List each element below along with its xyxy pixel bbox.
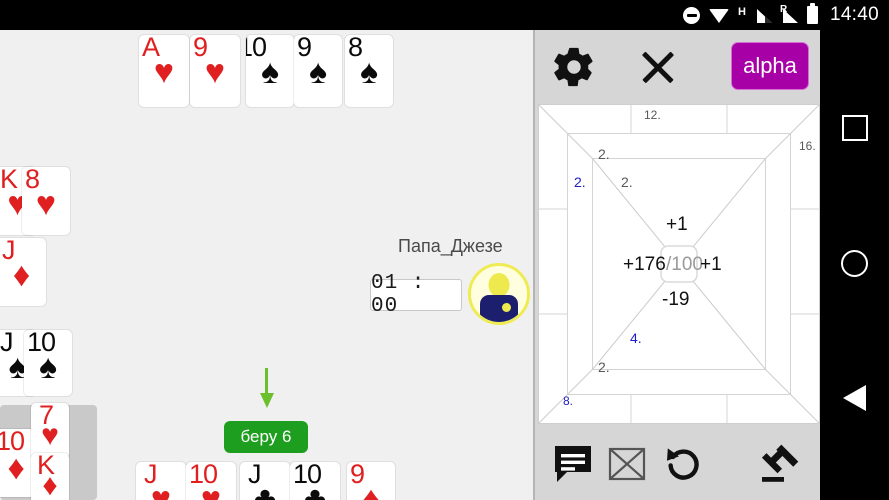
card-suit: ♠ bbox=[260, 53, 280, 91]
card-suit: ♠ bbox=[38, 348, 58, 386]
score-mark: 8. bbox=[563, 394, 574, 408]
close-icon[interactable] bbox=[635, 44, 681, 90]
gavel-icon[interactable] bbox=[757, 440, 805, 488]
score-mark: 2. bbox=[598, 359, 610, 375]
home-button[interactable] bbox=[820, 233, 889, 293]
score-mark: 4. bbox=[630, 330, 642, 346]
player-name-label: Папа_Джезе bbox=[398, 236, 503, 256]
screen-root: H R 14:40 A ♥ 9 ♥ 10 ♠ bbox=[0, 0, 889, 500]
card-suit: ♥ bbox=[153, 53, 175, 91]
player-avatar[interactable] bbox=[468, 263, 530, 325]
score-mark: 16. bbox=[799, 139, 816, 153]
avatar-body-icon bbox=[480, 295, 518, 322]
card[interactable]: J ♥ bbox=[136, 462, 186, 500]
score-bottom-value: -19 bbox=[662, 289, 690, 310]
avatar-badge-icon bbox=[502, 303, 511, 312]
card[interactable]: 9 ♥ bbox=[190, 35, 240, 107]
card[interactable]: 10 ♠ bbox=[24, 330, 72, 396]
card-suit: ♣ bbox=[303, 480, 327, 500]
card-suit: ♠ bbox=[359, 53, 379, 91]
square-icon bbox=[841, 115, 868, 141]
signal-icon bbox=[755, 7, 772, 23]
recents-button[interactable] bbox=[820, 98, 889, 158]
score-right-value: +1 bbox=[700, 254, 722, 275]
android-status-bar: H R 14:40 bbox=[0, 0, 889, 30]
down-arrow-icon bbox=[260, 368, 274, 408]
card[interactable]: 10 ♣ bbox=[290, 462, 340, 500]
card[interactable]: 8 ♠ bbox=[345, 35, 393, 107]
card-suit: ♥ bbox=[41, 419, 59, 452]
panel-header: alpha bbox=[535, 30, 820, 104]
card-suit: ♣ bbox=[253, 480, 277, 500]
card[interactable]: 10 ♥ bbox=[186, 462, 236, 500]
card[interactable]: 7 ♥ bbox=[31, 403, 69, 459]
score-mark: 2. bbox=[598, 146, 610, 162]
card[interactable]: 10 ♠ bbox=[246, 35, 294, 107]
game-board: A ♥ 9 ♥ 10 ♠ 9 ♠ 8 ♠ K ♥ bbox=[0, 30, 535, 500]
panel-footer-toolbar bbox=[535, 428, 820, 500]
score-panel: alpha 12. 16. 2. 2. 2. 4. 2. 8. +1 +176 … bbox=[535, 30, 820, 500]
card-suit: ♠ bbox=[308, 53, 328, 91]
card-suit: ♥ bbox=[204, 53, 226, 91]
card-suit: ♦ bbox=[12, 256, 31, 294]
score-mark: 2. bbox=[574, 174, 586, 190]
score-diagram[interactable]: 12. 16. 2. 2. 2. 4. 2. 8. +1 +176 /100 +… bbox=[538, 104, 820, 424]
card[interactable]: 9 ♠ bbox=[294, 35, 342, 107]
card-suit: ♥ bbox=[200, 480, 222, 500]
battery-icon bbox=[806, 3, 818, 24]
roaming-signal-icon: R bbox=[780, 5, 798, 23]
score-divisor: /100 bbox=[666, 254, 703, 275]
undo-icon[interactable] bbox=[659, 440, 707, 488]
card[interactable]: 8 ♥ bbox=[22, 167, 70, 235]
gear-icon[interactable] bbox=[551, 44, 597, 90]
score-top-value: +1 bbox=[666, 214, 688, 235]
card-suit: ♦ bbox=[42, 469, 58, 500]
score-mark: 2. bbox=[621, 174, 633, 190]
score-table-icon[interactable] bbox=[603, 440, 651, 488]
card[interactable]: J ♣ bbox=[240, 462, 290, 500]
card[interactable]: J ♦ bbox=[0, 238, 46, 306]
card-suit: ♦ bbox=[7, 449, 25, 487]
alpha-button[interactable]: alpha bbox=[731, 42, 809, 90]
score-mark: 12. bbox=[644, 108, 661, 122]
circle-icon bbox=[841, 249, 868, 277]
take-cards-button[interactable]: беру 6 bbox=[224, 421, 308, 453]
do-not-disturb-icon bbox=[683, 6, 700, 24]
android-nav-bar bbox=[820, 30, 889, 500]
chat-icon[interactable] bbox=[549, 440, 597, 488]
triangle-icon bbox=[843, 385, 866, 411]
turn-timer: 01 : 00 bbox=[370, 272, 462, 318]
card[interactable]: 9 ♦ bbox=[347, 462, 395, 500]
card-suit: ♦ bbox=[362, 480, 380, 500]
back-button[interactable] bbox=[820, 368, 889, 428]
network-type-label: H bbox=[738, 5, 746, 18]
card[interactable]: K ♦ bbox=[31, 453, 69, 500]
card[interactable]: A ♥ bbox=[139, 35, 189, 107]
card-suit: ♥ bbox=[150, 480, 172, 500]
score-main-value: +176 bbox=[623, 254, 666, 275]
captured-cards-tray[interactable]: 10 ♦ 7 ♥ K ♦ bbox=[0, 403, 97, 500]
avatar-head-icon bbox=[488, 273, 510, 297]
card-suit: ♥ bbox=[35, 185, 57, 223]
wifi-icon bbox=[709, 8, 729, 23]
status-clock: 14:40 bbox=[829, 4, 879, 25]
